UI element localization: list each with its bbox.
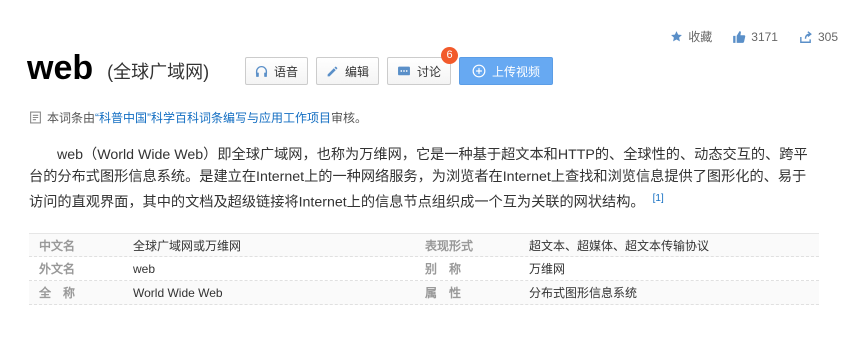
summary-paragraph: web（World Wide Web）即全球广域网，也称为万维网，它是一种基于超… [29, 144, 819, 214]
info-value: 全球广域网或万维网 [133, 238, 242, 253]
info-key: 表现形式 [425, 238, 474, 253]
share-button[interactable]: 305 [798, 30, 838, 44]
info-value: 分布式图形信息系统 [529, 286, 638, 300]
summary-text: web（World Wide Web）即全球广域网，也称为万维网，它是一种基于超… [29, 147, 808, 211]
like-count: 3171 [751, 29, 778, 44]
star-icon [671, 31, 683, 42]
info-key: 属 性 [425, 286, 462, 300]
info-key: 中文名 [39, 238, 76, 253]
edit-label: 编辑 [345, 64, 370, 79]
upload-video-label: 上传视频 [492, 64, 541, 79]
reference-link[interactable]: [1] [653, 193, 664, 204]
info-row: 外文名 web 别 称 万维网 [29, 257, 819, 281]
page-subtitle: (全球广域网) [107, 62, 210, 82]
info-key: 别 称 [425, 262, 462, 276]
info-value: 万维网 [529, 262, 566, 276]
toolbar: 语音 编辑 讨论 6 上传视频 [245, 47, 561, 85]
pencil-icon [327, 66, 338, 76]
info-row: 中文名 全球广域网或万维网 表现形式 超文本、超媒体、超文本传输协议 [29, 233, 819, 257]
discuss-label: 讨论 [417, 64, 442, 79]
voice-label: 语音 [274, 64, 299, 79]
info-value: World Wide Web [133, 285, 223, 300]
share-count: 305 [817, 29, 838, 44]
edit-button[interactable]: 编辑 [316, 57, 380, 85]
review-suffix: 审核。 [331, 111, 368, 125]
headphones-icon [255, 65, 268, 77]
voice-button[interactable]: 语音 [245, 57, 309, 85]
review-notice: 本词条由 “科普中国” 科学百科词条编写与应用工作项目 审核。 [29, 109, 367, 126]
top-actions: 收藏 3171 305 [650, 28, 838, 45]
review-prefix: 本词条由 [47, 111, 96, 125]
title-row: web (全球广域网) [27, 48, 209, 88]
discuss-button[interactable]: 讨论 6 [387, 47, 459, 85]
info-key: 外文名 [39, 262, 76, 276]
info-value: 超文本、超媒体、超文本传输协议 [529, 238, 710, 253]
discuss-count-badge: 6 [441, 47, 459, 64]
review-link-project[interactable]: 科学百科词条编写与应用工作项目 [151, 109, 331, 126]
review-link-kepu[interactable]: “科普中国” [95, 109, 151, 126]
upload-video-button[interactable]: 上传视频 [459, 57, 554, 85]
info-key: 全 称 [39, 286, 76, 300]
document-icon [30, 111, 41, 124]
share-icon [800, 30, 812, 43]
thumbs-up-icon [733, 30, 746, 43]
plus-circle-icon [472, 64, 486, 78]
favorite-button[interactable]: 收藏 [670, 28, 712, 45]
like-button[interactable]: 3171 [732, 30, 778, 44]
info-row: 全 称 World Wide Web 属 性 分布式图形信息系统 [29, 281, 819, 305]
basic-info-table: 中文名 全球广域网或万维网 表现形式 超文本、超媒体、超文本传输协议 外文名 w… [29, 233, 819, 305]
favorite-label: 收藏 [688, 30, 713, 44]
page-title: web [27, 49, 94, 87]
chat-icon [398, 66, 410, 75]
info-value: web [133, 261, 156, 276]
